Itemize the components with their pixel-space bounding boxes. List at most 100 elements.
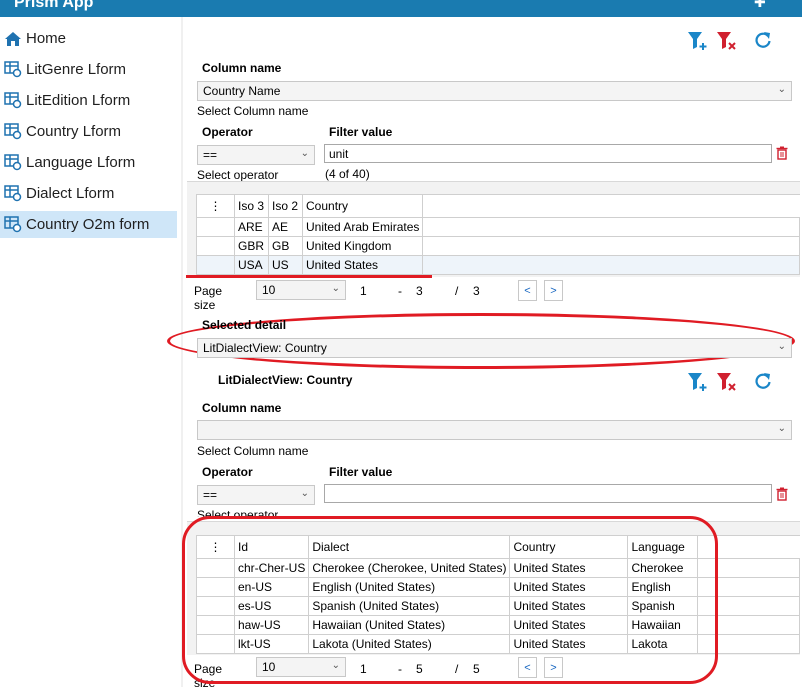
chevron-down-icon: ⌄: [300, 488, 309, 499]
sidebar-item-label: Country Lform: [26, 123, 122, 140]
row-header[interactable]: [196, 217, 235, 237]
table-cell: United States: [301, 255, 424, 275]
detail-operator-select[interactable]: == ⌄: [197, 485, 315, 505]
row-header[interactable]: [196, 236, 235, 256]
page-to: 3: [416, 284, 423, 298]
home-icon: [0, 31, 26, 47]
sidebar-item-label: Home: [26, 30, 67, 47]
refresh-icon[interactable]: [754, 31, 772, 52]
filter-add-icon[interactable]: [687, 31, 709, 54]
operator-value: ==: [203, 148, 218, 162]
sidebar-item-label: Country O2m form: [26, 216, 150, 233]
filter-value-input[interactable]: unit: [324, 144, 772, 163]
chevron-down-icon: ⌄: [777, 84, 786, 95]
selected-detail-select[interactable]: LitDialectView: Country ⌄: [197, 338, 792, 358]
sidebar-item-litgenre-lform[interactable]: LitGenre Lform: [0, 56, 177, 83]
sidebar-item-country-lform[interactable]: Country Lform: [0, 118, 177, 145]
detail-operator-label: Operator: [202, 465, 253, 479]
row-menu-icon[interactable]: ⋮: [196, 194, 235, 218]
table-cell: [422, 236, 800, 256]
chevron-down-icon: ⌄: [777, 423, 786, 434]
table-cell: United Arab Emirates: [301, 217, 424, 237]
table-cell: GBR: [234, 236, 269, 256]
filter-count: (4 of 40): [325, 167, 370, 181]
operator-hint: Select operator: [197, 168, 279, 182]
filter-value-text: unit: [329, 146, 349, 161]
table-row[interactable]: ARE AE United Arab Emirates: [196, 217, 800, 237]
table-cell: ARE: [234, 217, 269, 237]
column-name-select[interactable]: Country Name ⌄: [197, 81, 792, 101]
page-total: 3: [473, 284, 480, 298]
filter-clear-icon[interactable]: [716, 31, 738, 54]
table-cell: United Kingdom: [301, 236, 424, 256]
sidebar-item-litedition-lform[interactable]: LitEdition Lform: [0, 87, 177, 114]
table-refresh-icon: [0, 216, 26, 233]
column-name-hint: Select Column name: [197, 104, 309, 118]
selected-detail-value: LitDialectView: Country: [203, 341, 327, 355]
sidebar-item-label: Dialect Lform: [26, 185, 115, 202]
table-cell: US: [268, 255, 303, 275]
selected-detail-label: Selected detail: [202, 318, 287, 332]
chevron-down-icon: ⌄: [331, 283, 340, 294]
table-refresh-icon: [0, 185, 26, 202]
annotation-underline: [186, 275, 432, 278]
trash-icon[interactable]: [776, 487, 788, 504]
annotation-outline: [182, 516, 718, 684]
row-header[interactable]: [196, 255, 235, 275]
sidebar-item-language-lform[interactable]: Language Lform: [0, 149, 177, 176]
table-refresh-icon: [0, 61, 26, 78]
detail-filter-value-input[interactable]: [324, 484, 772, 503]
app-title: Prism App: [14, 0, 94, 11]
column-header-filler: [422, 194, 800, 218]
page-size-value: 10: [262, 283, 276, 297]
page-slash: /: [455, 284, 459, 298]
column-header[interactable]: Iso 2: [268, 194, 303, 218]
detail-column-name-hint: Select Column name: [197, 444, 309, 458]
table-cell: [422, 217, 800, 237]
title-bar: Prism App ✚: [0, 0, 802, 17]
next-page-button[interactable]: >: [544, 280, 563, 301]
page-size-label: Page size: [194, 284, 223, 312]
prev-page-button[interactable]: <: [518, 280, 537, 301]
column-header[interactable]: Country: [301, 194, 424, 218]
detail-column-name-select[interactable]: ⌄: [197, 420, 792, 440]
table-cell: USA: [234, 255, 269, 275]
detail-title: LitDialectView: Country: [218, 373, 353, 387]
detail-column-name-label: Column name: [202, 401, 282, 415]
sidebar-item-label: LitGenre Lform: [26, 61, 127, 78]
master-grid[interactable]: ⋮ Iso 3 Iso 2 Country ARE AE United Arab…: [196, 194, 800, 275]
table-row[interactable]: USA US United States: [196, 255, 800, 275]
operator-label: Operator: [202, 125, 253, 139]
gear-icon[interactable]: ✚: [754, 0, 766, 11]
sidebar-item-dialect-lform[interactable]: Dialect Lform: [0, 180, 177, 207]
column-name-value: Country Name: [203, 84, 281, 98]
detail-filter-value-label: Filter value: [329, 465, 393, 479]
trash-icon[interactable]: [776, 146, 788, 163]
page-from: 1: [360, 284, 367, 298]
sidebar-item-home[interactable]: Home: [0, 25, 177, 52]
table-refresh-icon: [0, 154, 26, 171]
table-cell: AE: [268, 217, 303, 237]
table-cell: GB: [268, 236, 303, 256]
filter-add-icon[interactable]: [687, 372, 709, 395]
detail-operator-value: ==: [203, 488, 218, 502]
table-refresh-icon: [0, 92, 26, 109]
sidebar-item-country-o2m-form[interactable]: Country O2m form: [0, 211, 177, 238]
filter-clear-icon[interactable]: [716, 372, 738, 395]
filter-value-label: Filter value: [329, 125, 393, 139]
sidebar-item-label: LitEdition Lform: [26, 92, 131, 109]
refresh-icon[interactable]: [754, 372, 772, 393]
sidebar-item-label: Language Lform: [26, 154, 136, 171]
master-grid-header: ⋮ Iso 3 Iso 2 Country: [196, 194, 800, 218]
table-row[interactable]: GBR GB United Kingdom: [196, 236, 800, 256]
sidebar: Home LitGenre Lform LitEdition Lform Cou…: [0, 17, 178, 687]
chevron-down-icon: ⌄: [777, 341, 786, 352]
table-cell: [422, 255, 800, 275]
page-size-select[interactable]: 10 ⌄: [256, 280, 346, 300]
page-dash: -: [398, 284, 402, 298]
column-header[interactable]: Iso 3: [234, 194, 269, 218]
column-name-label: Column name: [202, 61, 282, 75]
table-refresh-icon: [0, 123, 26, 140]
chevron-down-icon: ⌄: [300, 148, 309, 159]
operator-select[interactable]: == ⌄: [197, 145, 315, 165]
